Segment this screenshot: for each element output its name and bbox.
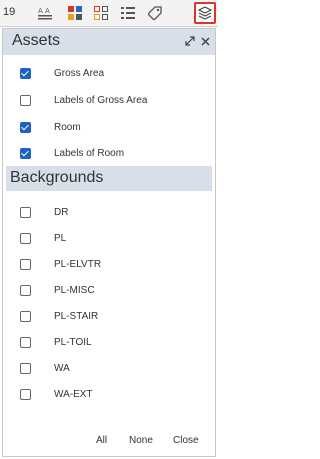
checkbox[interactable] — [20, 362, 31, 374]
background-item-pl-elvtr[interactable]: PL-ELVTR — [3, 255, 215, 273]
tag-icon[interactable] — [145, 3, 165, 23]
checkbox[interactable] — [20, 232, 31, 244]
list-icon[interactable] — [118, 3, 138, 23]
background-item-label: WA — [54, 362, 70, 374]
item-count: 19 — [3, 6, 16, 18]
svg-text:A: A — [45, 7, 50, 15]
background-item-label: WA-EXT — [54, 388, 93, 400]
asset-item-label: Gross Area — [54, 67, 105, 79]
checkbox[interactable] — [20, 94, 31, 106]
select-all-button[interactable]: All — [96, 435, 107, 446]
asset-item-gross-area[interactable]: Gross Area — [3, 64, 215, 82]
panel-header: Assets — [3, 29, 215, 55]
color-grid-icon[interactable] — [65, 3, 85, 23]
background-item-pl-misc[interactable]: PL-MISC — [3, 281, 215, 299]
panel-title: Assets — [12, 32, 61, 49]
checkbox[interactable] — [20, 147, 31, 159]
asset-item-labels-of-room[interactable]: Labels of Room — [3, 144, 215, 162]
background-item-label: PL-ELVTR — [54, 258, 102, 270]
background-item-wa[interactable]: WA — [3, 359, 215, 377]
backgrounds-section-header: Backgrounds — [6, 166, 212, 191]
asset-item-labels-of-gross-area[interactable]: Labels of Gross Area — [3, 91, 215, 109]
top-toolbar: 19 A A — [0, 0, 218, 27]
svg-text:A: A — [38, 7, 43, 15]
background-item-label: PL-TOIL — [54, 336, 92, 348]
section-title: Backgrounds — [10, 169, 104, 186]
asset-item-label: Room — [54, 121, 81, 133]
checkbox[interactable] — [20, 258, 31, 270]
background-item-pl-toil[interactable]: PL-TOIL — [3, 333, 215, 351]
checkbox[interactable] — [20, 284, 31, 296]
background-item-label: PL-STAIR — [54, 310, 99, 322]
asset-item-room[interactable]: Room — [3, 118, 215, 136]
checkbox[interactable] — [20, 67, 31, 79]
close-icon[interactable] — [198, 34, 212, 48]
checkbox[interactable] — [20, 121, 31, 133]
asset-item-label: Labels of Gross Area — [54, 94, 148, 106]
hierarchy-icon[interactable]: A A — [35, 3, 55, 23]
background-item-dr[interactable]: DR — [3, 203, 215, 221]
select-none-button[interactable]: None — [129, 435, 153, 446]
expand-icon[interactable] — [183, 34, 197, 48]
background-item-label: PL-MISC — [54, 284, 95, 296]
checkbox[interactable] — [20, 310, 31, 322]
close-button[interactable]: Close — [173, 435, 199, 446]
background-item-label: DR — [54, 206, 69, 218]
background-item-label: PL — [54, 232, 67, 244]
checkbox[interactable] — [20, 388, 31, 400]
outline-grid-icon[interactable] — [91, 3, 111, 23]
background-item-wa-ext[interactable]: WA-EXT — [3, 385, 215, 403]
assets-panel: Assets Gross Area Labels of Gross Area R… — [2, 28, 216, 457]
checkbox[interactable] — [20, 336, 31, 348]
layers-icon[interactable] — [194, 2, 216, 24]
background-item-pl[interactable]: PL — [3, 229, 215, 247]
background-item-pl-stair[interactable]: PL-STAIR — [3, 307, 215, 325]
asset-item-label: Labels of Room — [54, 147, 125, 159]
checkbox[interactable] — [20, 206, 31, 218]
